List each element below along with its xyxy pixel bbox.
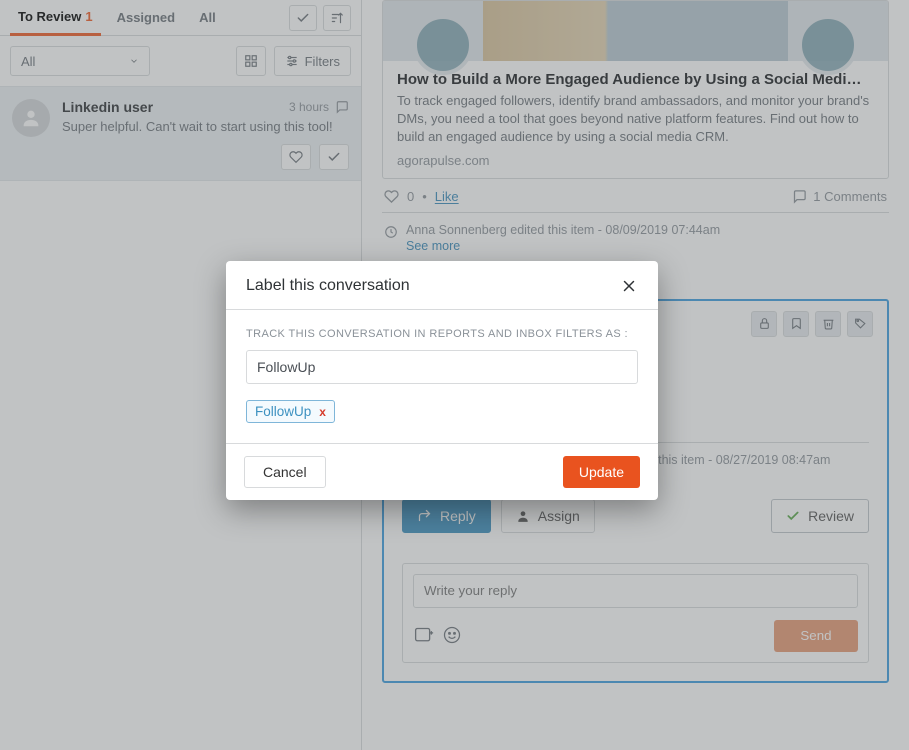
cancel-button[interactable]: Cancel — [244, 456, 326, 488]
modal-instruction: Track this conversation in reports and i… — [246, 328, 638, 340]
update-button[interactable]: Update — [563, 456, 640, 488]
tag-text: FollowUp — [255, 404, 311, 419]
label-tag: FollowUp x — [246, 400, 335, 423]
close-icon — [620, 277, 638, 295]
tag-remove-button[interactable]: x — [319, 405, 326, 419]
close-button[interactable] — [620, 277, 638, 295]
label-input[interactable] — [246, 350, 638, 384]
label-modal: Label this conversation Track this conve… — [226, 261, 658, 500]
modal-title: Label this conversation — [246, 277, 410, 295]
